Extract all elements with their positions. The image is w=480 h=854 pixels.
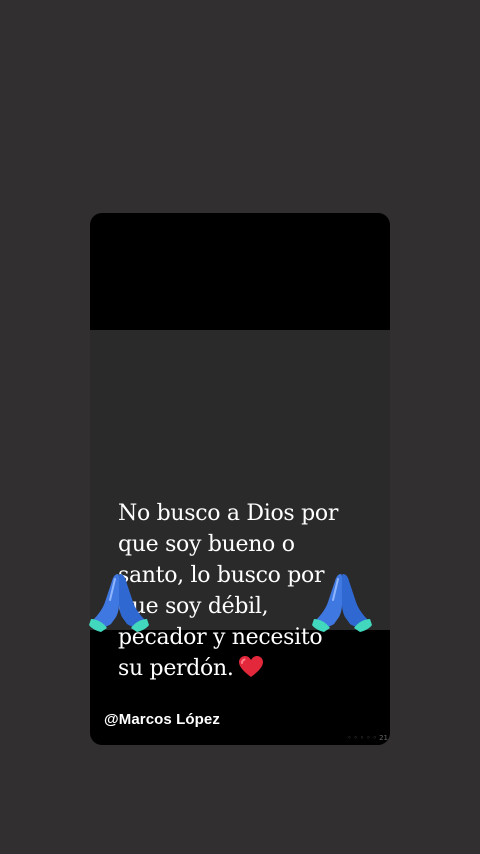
faint-watermark: ◦ ◦ ◦ ◦ ◦ 21 bbox=[347, 734, 388, 742]
quote-line-text: su perdón. bbox=[118, 656, 234, 681]
story-card[interactable]: No busco a Dios por que soy bueno o sant… bbox=[90, 213, 390, 745]
folded-hands-icon bbox=[89, 574, 149, 632]
folded-hands-icon bbox=[312, 574, 372, 632]
heart-icon bbox=[238, 656, 263, 677]
quote-line: No busco a Dios por bbox=[118, 501, 339, 526]
quote-last-line: su perdón. bbox=[118, 653, 380, 684]
quote-line: que soy bueno o bbox=[118, 532, 295, 557]
username-label[interactable]: @Marcos López bbox=[104, 711, 220, 728]
story-viewer: No busco a Dios por que soy bueno o sant… bbox=[0, 0, 480, 854]
